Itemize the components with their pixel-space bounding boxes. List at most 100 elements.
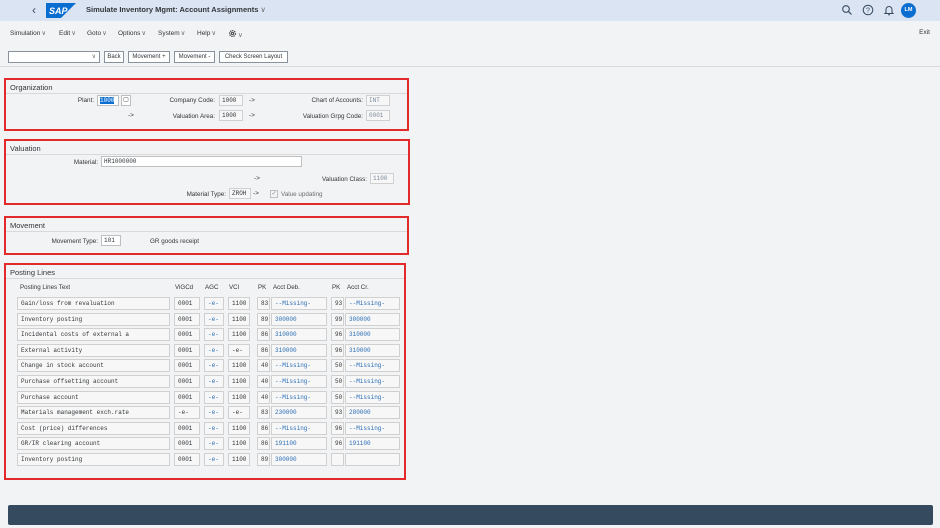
cell-vcl: 1100	[228, 328, 250, 342]
menu-label: Simulation	[10, 30, 41, 37]
cell-pk-credit: 50	[331, 390, 344, 404]
cell-pk-credit	[331, 453, 344, 466]
cell-text: Inventory posting	[17, 312, 170, 326]
material-type-field: ZROH	[229, 188, 251, 199]
section-divider	[6, 154, 408, 155]
column-header-vigcd: ViGCd	[175, 284, 194, 291]
cell-vcl: -e-	[228, 406, 250, 420]
cell-pk-credit: 96	[331, 437, 344, 451]
column-header-pk-debit: PK	[258, 284, 267, 291]
chevron-down-icon: ∨	[260, 5, 266, 14]
cell-agc: -e-	[204, 453, 224, 466]
cell-vcl: 1100	[228, 297, 250, 310]
back-button[interactable]: Back	[104, 51, 124, 63]
cell-pk-credit: 96	[331, 328, 344, 342]
cell-pk-credit: 99	[331, 312, 344, 326]
valuation-class-label: Valuation Class:	[321, 176, 367, 183]
back-arrow-icon[interactable]: ‹	[27, 3, 41, 17]
cell-pk-debit: 40	[257, 359, 270, 373]
arrow: ->	[128, 112, 134, 119]
arrow: ->	[249, 112, 255, 119]
bell-icon[interactable]	[883, 4, 895, 16]
cell-pk-debit: 86	[257, 328, 270, 342]
cell-vcl: 1100	[228, 421, 250, 435]
cell-agc: -e-	[204, 359, 224, 373]
check-screen-layout-button[interactable]: Check Screen Layout	[219, 51, 288, 63]
cell-pk-debit: 83	[257, 297, 270, 310]
chart-of-accounts-field: INT	[366, 95, 390, 106]
chevron-down-icon: ∨	[238, 32, 243, 39]
section-divider	[6, 231, 407, 232]
section-title: Posting Lines	[10, 268, 56, 277]
exit-button[interactable]: Exit	[919, 29, 930, 36]
cell-vcl: 1100	[228, 453, 250, 466]
arrow: ->	[253, 190, 259, 197]
movement-type-label: Movement Type:	[51, 238, 98, 245]
app-title: Simulate Inventory Mgmt: Account Assignm…	[86, 5, 259, 14]
movement-type-field[interactable]: 101	[101, 235, 121, 246]
valuation-grpg-code-field: 0001	[366, 110, 390, 121]
organization-section: Organization	[4, 78, 409, 131]
menu-bar: Simulation∨ Edit∨ Goto∨ Options∨ System∨…	[0, 27, 940, 41]
menu-label: Help	[197, 30, 211, 37]
plant-field[interactable]: 1000	[97, 95, 119, 106]
menu-simulation[interactable]: Simulation∨	[10, 29, 46, 37]
cell-vigcd: 0001	[174, 328, 200, 342]
cell-acct-credit	[345, 453, 400, 466]
cell-text: Purchase account	[17, 390, 170, 404]
menu-edit[interactable]: Edit∨	[59, 29, 76, 37]
help-icon[interactable]: ?	[862, 4, 874, 16]
gear-icon	[228, 29, 237, 38]
settings-menu[interactable]: ∨	[228, 29, 243, 39]
arrow: ->	[249, 97, 255, 104]
cell-acct-credit: 310000	[345, 343, 400, 357]
movement-plus-button[interactable]: Movement +	[128, 51, 170, 63]
menu-goto[interactable]: Goto∨	[87, 29, 107, 37]
cell-vcl: 1100	[228, 390, 250, 404]
section-title: Movement	[10, 221, 46, 230]
cell-pk-credit: 50	[331, 359, 344, 373]
cell-pk-debit: 89	[257, 453, 270, 466]
cell-acct-debit: --Missing-	[271, 375, 327, 388]
chevron-down-icon: ∨	[102, 30, 107, 37]
avatar[interactable]: LM	[901, 3, 916, 18]
cell-vigcd: 0001	[174, 312, 200, 326]
menu-help[interactable]: Help∨	[197, 29, 216, 37]
menu-system[interactable]: System∨	[158, 29, 185, 37]
valuation-grpg-code-label: Valuation Grpg Code:	[302, 113, 363, 120]
cell-agc: -e-	[204, 437, 224, 451]
cell-acct-credit: --Missing-	[345, 359, 400, 373]
valuation-area-label: Valuation Area:	[172, 113, 215, 120]
column-header-acct-credit: Acct Cr.	[347, 284, 369, 291]
value-help-icon[interactable]: ▢	[121, 95, 131, 106]
menu-label: Goto	[87, 30, 102, 37]
cell-acct-credit: --Missing-	[345, 297, 400, 310]
cell-agc: -e-	[204, 328, 224, 342]
cell-vigcd: 0001	[174, 375, 200, 388]
chevron-down-icon: ∨	[141, 30, 147, 37]
material-field[interactable]: HR1000000	[101, 156, 302, 167]
command-field-select[interactable]: ∨	[8, 51, 100, 63]
cell-acct-credit: --Missing-	[345, 375, 400, 388]
column-header-agc: AGC	[205, 284, 219, 291]
movement-minus-button[interactable]: Movement -	[174, 51, 215, 63]
cell-pk-debit: 40	[257, 390, 270, 404]
cell-acct-credit: 300000	[345, 312, 400, 326]
valuation-class-field: 1100	[370, 173, 394, 184]
cell-text: Gain/loss from revaluation	[17, 297, 170, 310]
cell-acct-credit: 191100	[345, 437, 400, 451]
sap-logo[interactable]: SAP	[46, 3, 76, 18]
chevron-down-icon: ∨	[71, 30, 76, 37]
cell-vigcd: 0001	[174, 343, 200, 357]
cell-text: Incidental costs of external a	[17, 328, 170, 342]
cell-acct-debit: 230000	[271, 406, 327, 420]
app-title-menu[interactable]: Simulate Inventory Mgmt: Account Assignm…	[86, 5, 266, 14]
value-updating-checkbox: ✓	[270, 190, 278, 198]
chevron-down-icon: ∨	[180, 30, 186, 37]
menu-options[interactable]: Options∨	[118, 29, 146, 37]
cell-agc: -e-	[204, 375, 224, 388]
cell-vigcd: 0001	[174, 421, 200, 435]
cell-vigcd: 0001	[174, 453, 200, 466]
search-icon[interactable]	[841, 4, 853, 16]
cell-pk-debit: 86	[257, 437, 270, 451]
